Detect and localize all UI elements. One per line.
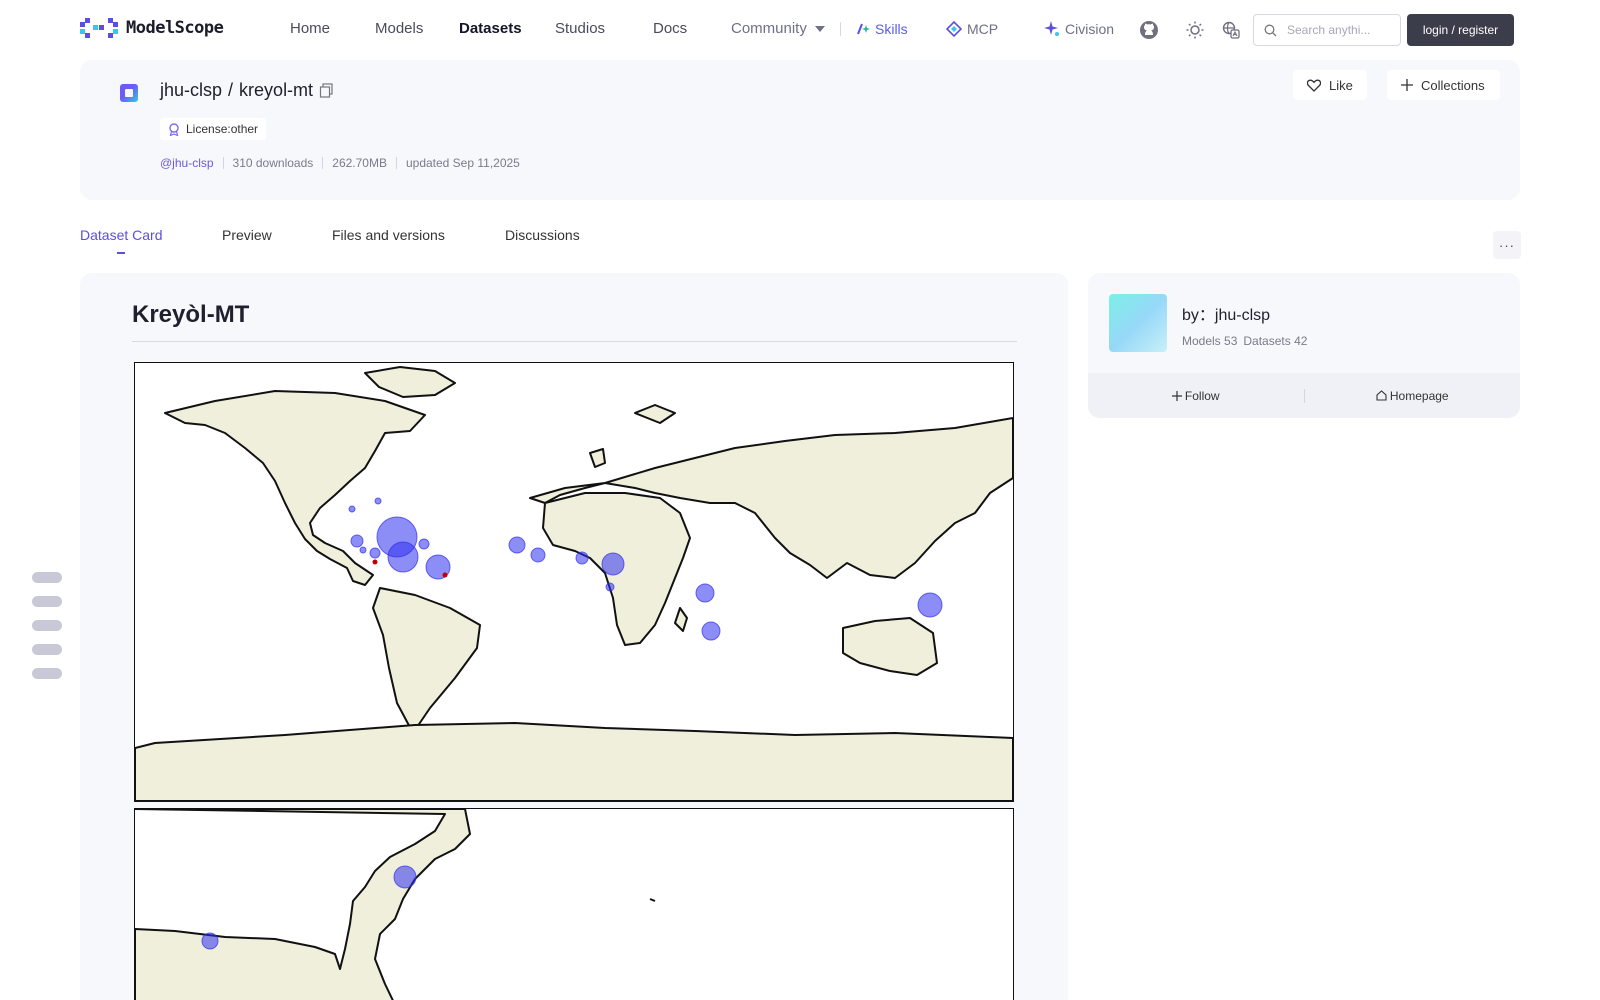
logo-icon xyxy=(80,18,118,38)
repo-size: 262.70MB xyxy=(332,156,387,170)
author-stats: Models 53 Datasets 42 xyxy=(1182,334,1307,348)
github-link[interactable] xyxy=(1138,19,1160,41)
dataset-card-content: Kreyòl-MT xyxy=(80,273,1068,1000)
nav-studios[interactable]: Studios xyxy=(555,20,605,37)
repo-meta: @jhu-clsp 310 downloads 262.70MB updated… xyxy=(160,156,520,170)
github-icon xyxy=(1140,21,1158,39)
nav-divider xyxy=(840,22,841,36)
table-of-contents xyxy=(32,572,62,692)
nav-mcp[interactable]: MCP xyxy=(946,21,998,37)
author-name[interactable]: by：jhu-clsp xyxy=(1182,301,1270,325)
repo-updated: updated Sep 11,2025 xyxy=(405,156,520,170)
caret-down-icon xyxy=(814,25,825,32)
repo-name: kreyol-mt xyxy=(239,80,314,100)
author-avatar[interactable] xyxy=(1109,294,1167,352)
nav-skills[interactable]: Skills xyxy=(856,21,908,37)
active-tab-indicator xyxy=(117,252,125,254)
top-navbar: ModelScope Home Models Datasets Studios … xyxy=(0,0,1600,60)
author-models-count: Models 53 xyxy=(1182,334,1238,348)
north-america-map-figure xyxy=(134,808,1014,1000)
translate-icon xyxy=(1222,21,1240,39)
repo-title: jhu-clsp / kreyol-mt xyxy=(160,80,335,101)
copy-icon xyxy=(319,82,333,98)
civision-icon xyxy=(1044,21,1059,36)
homepage-label: Homepage xyxy=(1389,388,1449,403)
skills-icon xyxy=(857,23,870,35)
title-divider xyxy=(132,341,1017,342)
repo-type-icon xyxy=(120,84,138,102)
repo-user-link[interactable]: @jhu-clsp xyxy=(160,156,214,170)
plus-icon xyxy=(1171,390,1182,401)
author-datasets-count: Datasets 42 xyxy=(1243,334,1308,348)
nav-civision[interactable]: Civision xyxy=(1044,21,1114,37)
license-badge[interactable]: License:other xyxy=(160,118,267,140)
search-icon xyxy=(1264,24,1277,36)
nav-skills-label: Skills xyxy=(875,21,908,37)
world-map xyxy=(135,366,1013,801)
like-button[interactable]: Like xyxy=(1293,70,1367,100)
nav-docs[interactable]: Docs xyxy=(653,20,687,37)
repo-owner-link[interactable]: jhu-clsp xyxy=(160,80,222,101)
nav-civision-label: Civision xyxy=(1065,21,1115,37)
theme-toggle[interactable] xyxy=(1184,19,1206,41)
nav-mcp-label: MCP xyxy=(967,21,999,37)
sun-icon xyxy=(1186,21,1204,39)
repo-header: jhu-clsp / kreyol-mt License:other @jhu-… xyxy=(80,60,1520,200)
brand-name: ModelScope xyxy=(126,18,224,38)
dataset-card-title: Kreyòl-MT xyxy=(132,301,250,328)
meta-divider xyxy=(222,157,224,169)
like-label: Like xyxy=(1329,77,1353,93)
toc-item[interactable] xyxy=(32,572,62,583)
license-label: License:other xyxy=(186,122,259,136)
login-register-button[interactable]: login / register xyxy=(1407,14,1514,46)
brand-logo[interactable]: ModelScope xyxy=(80,18,224,38)
nav-home[interactable]: Home xyxy=(290,20,330,37)
repo-separator: / xyxy=(228,80,234,100)
follow-button[interactable]: Follow xyxy=(1088,388,1304,404)
copy-name-button[interactable] xyxy=(319,82,335,99)
nav-community-label: Community xyxy=(731,20,807,37)
more-options-button[interactable]: ··· xyxy=(1493,231,1521,259)
search-box[interactable] xyxy=(1253,14,1401,46)
toc-item[interactable] xyxy=(32,620,62,631)
language-toggle[interactable] xyxy=(1220,19,1242,41)
collections-label: Collections xyxy=(1421,77,1485,93)
follow-label: Follow xyxy=(1184,388,1220,403)
toc-item[interactable] xyxy=(32,644,62,655)
mcp-icon xyxy=(946,21,962,37)
plus-icon xyxy=(1401,79,1413,91)
world-map-figure xyxy=(134,362,1014,802)
search-input[interactable] xyxy=(1285,22,1395,38)
tab-discussions[interactable]: Discussions xyxy=(505,227,580,243)
nav-community[interactable]: Community xyxy=(731,20,825,37)
toc-item[interactable] xyxy=(32,668,62,679)
license-icon xyxy=(169,122,179,136)
meta-divider xyxy=(395,157,397,169)
collections-button[interactable]: Collections xyxy=(1387,70,1500,100)
heart-icon xyxy=(1307,79,1321,92)
repo-downloads: 310 downloads xyxy=(232,156,314,170)
nav-models[interactable]: Models xyxy=(375,20,423,37)
meta-divider xyxy=(322,157,324,169)
author-actions: Follow Homepage xyxy=(1088,373,1520,418)
home-icon xyxy=(1376,390,1387,401)
nav-datasets[interactable]: Datasets xyxy=(459,20,522,37)
tab-dataset-card[interactable]: Dataset Card xyxy=(80,227,162,243)
toc-item[interactable] xyxy=(32,596,62,607)
tab-preview[interactable]: Preview xyxy=(222,227,272,243)
author-card: by：jhu-clsp Models 53 Datasets 42 Follow… xyxy=(1088,273,1520,418)
homepage-button[interactable]: Homepage xyxy=(1305,388,1521,404)
north-america-map xyxy=(135,809,656,1000)
tab-files-and-versions[interactable]: Files and versions xyxy=(332,227,445,243)
